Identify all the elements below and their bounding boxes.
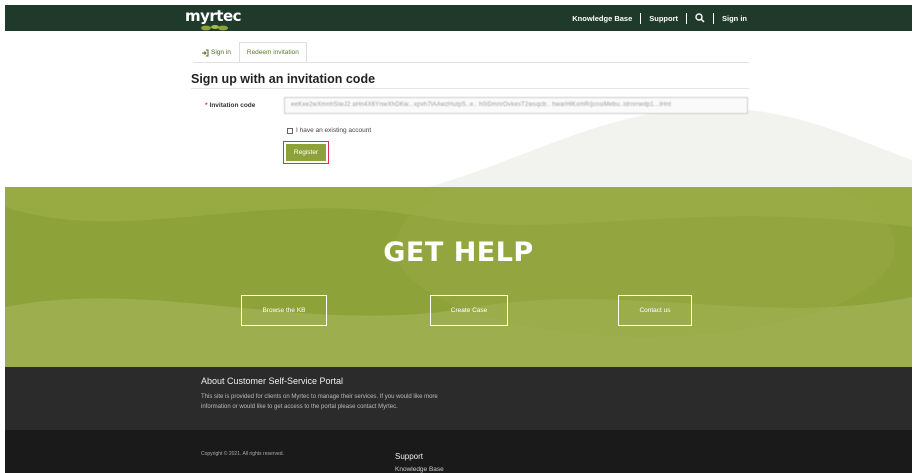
get-help-title: GET HELP	[383, 237, 534, 268]
tab-redeem-invitation[interactable]: Redeem invitation	[238, 42, 307, 62]
get-help-section	[5, 187, 912, 367]
invitation-code-label-text: Invitation code	[209, 102, 256, 109]
register-highlight: Register	[283, 141, 329, 164]
search-icon[interactable]	[695, 13, 705, 23]
sign-in-icon	[202, 49, 209, 56]
auth-tabs: Sign in Redeem invitation	[193, 42, 307, 62]
existing-account-label: I have an existing account	[296, 127, 372, 134]
footer-bottom	[5, 430, 912, 473]
invitation-code-input[interactable]: eeKxe2wXmnhSiwJ2 aHn4X6YnwXhDKw...xpvh7l…	[284, 97, 748, 114]
heading-divider	[191, 88, 749, 89]
logo-leaf-icon	[201, 25, 228, 31]
page-title: Sign up with an invitation code	[191, 72, 376, 86]
nav-knowledge-base[interactable]: Knowledge Base	[572, 14, 632, 23]
browse-kb-button[interactable]: Browse the KB	[241, 295, 327, 326]
tab-divider	[193, 62, 749, 63]
logo[interactable]: myrtec	[185, 7, 255, 31]
create-case-button[interactable]: Create Case	[430, 295, 508, 326]
about-title: About Customer Self-Service Portal	[201, 376, 344, 386]
tab-sign-in-label: Sign in	[211, 48, 231, 56]
top-navigation-bar: myrtec Knowledge Base Support Sign in	[5, 5, 912, 31]
support-title: Support	[395, 452, 424, 461]
existing-account-checkbox[interactable]	[287, 127, 293, 134]
nav-sign-in[interactable]: Sign in	[722, 14, 747, 23]
nav-separator	[640, 12, 642, 24]
tab-redeem-label: Redeem invitation	[246, 48, 299, 56]
contact-us-button[interactable]: Contact us	[618, 295, 692, 326]
invitation-code-label: * Invitation code	[205, 102, 255, 109]
tab-sign-in[interactable]: Sign in	[193, 42, 239, 62]
nav-support[interactable]: Support	[649, 14, 678, 23]
copyright: Copyright © 2021. All rights reserved.	[201, 451, 284, 457]
help-band-curves	[5, 187, 912, 367]
top-nav: Knowledge Base Support Sign in	[572, 5, 747, 31]
footer-knowledge-base-link[interactable]: Knowledge Base	[395, 466, 444, 473]
register-button[interactable]: Register	[286, 144, 326, 161]
required-marker: *	[205, 102, 208, 109]
about-text: This site is provided for clients on Myr…	[201, 394, 438, 410]
existing-account-option[interactable]: I have an existing account	[287, 127, 371, 134]
logo-text: myrtec	[185, 7, 242, 25]
nav-separator	[713, 12, 714, 24]
nav-separator	[686, 12, 687, 24]
